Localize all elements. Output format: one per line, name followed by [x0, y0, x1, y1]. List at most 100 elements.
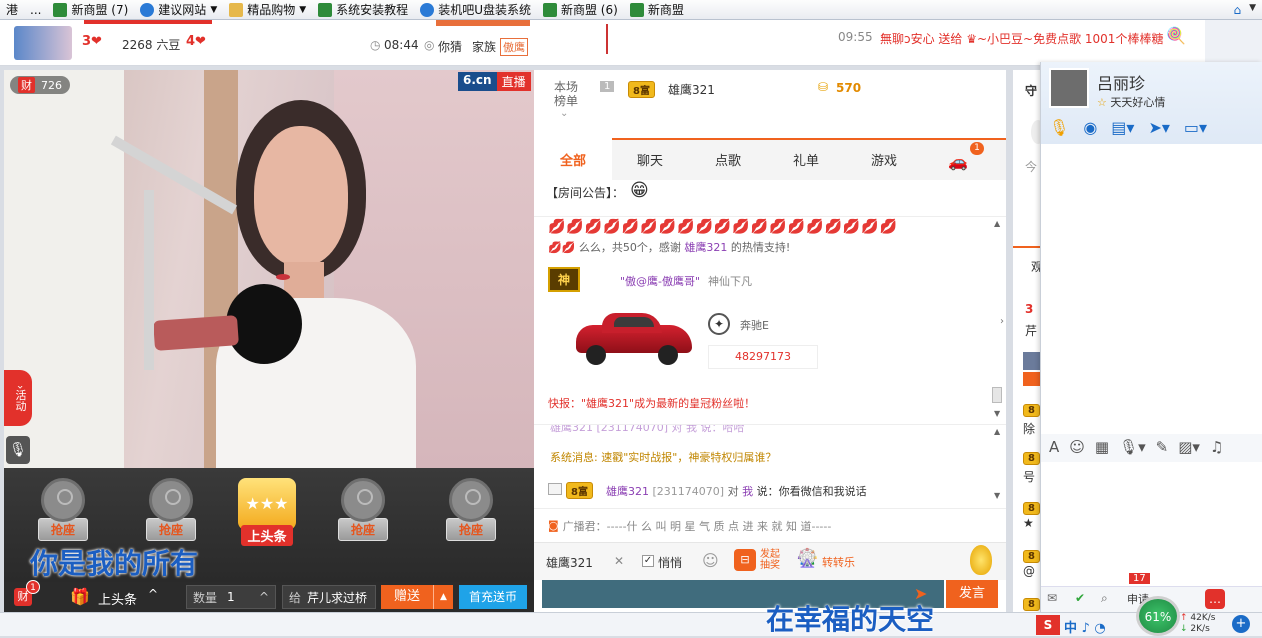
- seat-3[interactable]: 抢座: [332, 478, 394, 541]
- lollipop-icon: 🍭: [1166, 26, 1186, 45]
- mercedes-logo-icon: ✦: [708, 313, 730, 335]
- bookmark-3[interactable]: 建议网站 ▼: [134, 0, 223, 20]
- lottery-label[interactable]: 发起抽奖: [760, 549, 788, 571]
- check-icon[interactable]: ✔: [1075, 591, 1085, 605]
- golden-egg-icon[interactable]: [970, 545, 992, 575]
- activity-button[interactable]: ›活动: [4, 370, 32, 426]
- seat-4[interactable]: 抢座: [440, 478, 502, 541]
- sogou-ime-icon[interactable]: S: [1036, 615, 1060, 635]
- chat-panel: 本场榜单 ⌄ 1 8富 雄鹰321 ⛁ 570 全部 聊天 点歌 礼单 游戏 🚗…: [534, 70, 1006, 612]
- home-icon[interactable]: ⌂: [1233, 3, 1241, 17]
- tab-songs[interactable]: 点歌: [715, 150, 741, 169]
- font-icon[interactable]: A: [1049, 438, 1059, 456]
- wheel-icon[interactable]: 🎡: [796, 548, 818, 569]
- voice-icon[interactable]: 🎙▾: [1119, 438, 1146, 456]
- family-label: 家族: [472, 40, 497, 54]
- user-link[interactable]: 雄鹰321: [684, 241, 727, 254]
- user-avatar[interactable]: [14, 26, 72, 60]
- mic-icon[interactable]: 🎙: [6, 436, 30, 464]
- emoji-icon[interactable]: ☺: [702, 551, 719, 570]
- bookmark-4[interactable]: 精品购物 ▼: [223, 0, 312, 20]
- star-icon: ☆: [1097, 96, 1107, 109]
- send-options-arrow[interactable]: ▲: [433, 585, 453, 609]
- ie-icon: [420, 2, 435, 17]
- bookmark-6[interactable]: 装机吧U盘装系统: [414, 0, 537, 20]
- rank-number: 1: [600, 81, 615, 92]
- whisper-label: 悄悄: [658, 556, 683, 570]
- scroll-down-arrow[interactable]: ▼: [994, 491, 1000, 500]
- seat-avatar: [149, 478, 193, 522]
- send-gift-button[interactable]: 赠送: [381, 585, 433, 609]
- screen-share-icon[interactable]: ▭▾: [1184, 118, 1207, 137]
- rank-label[interactable]: 本场榜单: [552, 80, 580, 108]
- tab-indicator: [436, 20, 530, 26]
- live-video[interactable]: 财 726 6.cn 直播 ›活动 🎙: [4, 70, 534, 468]
- image-icon[interactable]: ▨▾: [1178, 438, 1200, 456]
- god-user[interactable]: "傲@鹰-傲鹰哥": [620, 273, 700, 289]
- contact-status: ☆ 天天好心情: [1097, 96, 1166, 109]
- headline-label[interactable]: 上头条: [98, 589, 137, 608]
- lottery-icon[interactable]: ⊟: [734, 549, 756, 571]
- chevron-down-icon[interactable]: ▼: [1249, 3, 1256, 17]
- memory-ball[interactable]: 61%: [1136, 596, 1180, 636]
- tab-games[interactable]: 游戏: [871, 150, 897, 169]
- bookmark-7[interactable]: 新商盟 (6): [537, 0, 624, 20]
- tab-chat[interactable]: 聊天: [637, 150, 663, 169]
- mail-icon[interactable]: ✉: [1047, 591, 1057, 605]
- recharge-button[interactable]: 首充送币: [459, 585, 527, 609]
- contact-name[interactable]: 吕丽珍: [1097, 70, 1145, 94]
- fortune-icon: 财: [18, 77, 35, 93]
- add-icon[interactable]: +: [1232, 615, 1250, 633]
- kiss-thanks: 💋💋 么么，共50个，感谢 雄鹰321 的热情支持!: [548, 241, 791, 254]
- fortune-pill[interactable]: 财 726: [10, 76, 70, 94]
- recipient-field[interactable]: 给 芹儿求过桥: [282, 585, 376, 609]
- mic-icon[interactable]: 🎙: [1049, 118, 1069, 137]
- scroll-up-arrow[interactable]: ▲: [994, 219, 1000, 228]
- scroll-down-arrow[interactable]: ▼: [994, 409, 1000, 418]
- ime-status[interactable]: 中 ♪ ◔: [1064, 617, 1106, 636]
- whisper-checkbox[interactable]: ✓: [642, 555, 654, 567]
- gif-icon[interactable]: ▦: [1095, 438, 1109, 456]
- bookmark-0[interactable]: 港: [0, 0, 24, 20]
- edit-icon[interactable]: ✎: [1156, 438, 1169, 456]
- remote-assist-icon[interactable]: ▤▾: [1111, 118, 1134, 137]
- tab-gifts[interactable]: 礼单: [793, 150, 819, 169]
- seat-2[interactable]: 抢座: [140, 478, 202, 541]
- user-link[interactable]: 雄鹰321: [606, 485, 649, 498]
- message-area[interactable]: [1041, 144, 1262, 434]
- clear-recipient-icon[interactable]: ✕: [614, 554, 624, 568]
- recipient-name[interactable]: 雄鹰321: [546, 554, 593, 571]
- bookmark-label: 系统安装教程: [336, 3, 409, 17]
- bookmark-2[interactable]: 新商盟 (7): [47, 0, 134, 20]
- quantity-field[interactable]: 数量 1 ^: [186, 585, 276, 609]
- viewer-name-3: 号: [1023, 470, 1036, 484]
- headline-seat[interactable]: ★★★ 上头条: [236, 478, 298, 546]
- ie-icon: [140, 2, 155, 17]
- chevron-up-icon[interactable]: ^: [148, 587, 158, 601]
- send-message-button[interactable]: 发言: [946, 580, 998, 608]
- chat-bubble-icon[interactable]: …: [1205, 589, 1225, 609]
- contact-avatar[interactable]: [1049, 68, 1089, 108]
- rank-user[interactable]: 雄鹰321: [668, 81, 715, 98]
- scrollbar-thumb[interactable]: [992, 387, 1002, 403]
- music-icon[interactable]: ♫: [1210, 438, 1223, 456]
- spin-label[interactable]: 转转乐: [822, 554, 855, 570]
- family-badge[interactable]: 傲鹰: [500, 38, 528, 56]
- scroll-up-arrow[interactable]: ▲: [994, 427, 1000, 436]
- bookmark-8[interactable]: 新商盟: [624, 0, 690, 20]
- send-file-icon[interactable]: ➤▾: [1148, 118, 1169, 137]
- qq-input[interactable]: [1041, 462, 1262, 586]
- collapse-arrow-icon[interactable]: ›: [1000, 316, 1004, 327]
- bookmark-5[interactable]: 系统安装教程: [312, 0, 414, 20]
- divider: [606, 24, 608, 54]
- video-call-icon[interactable]: ◉: [1083, 118, 1097, 137]
- tab-all[interactable]: 全部: [560, 150, 586, 169]
- search-icon[interactable]: ⌕: [1101, 591, 1108, 606]
- checkbox-icon[interactable]: [548, 483, 562, 495]
- input-toolbar-icons: A ☺ ▦ 🎙▾ ✎ ▨▾ ♫: [1049, 438, 1223, 456]
- car-icon[interactable]: 🚗: [948, 152, 968, 171]
- chevron-down-icon[interactable]: ⌄: [560, 108, 568, 119]
- emoji-icon[interactable]: ☺: [1069, 438, 1085, 456]
- seat-1[interactable]: 抢座: [32, 478, 94, 541]
- bookmark-1[interactable]: ...: [24, 0, 47, 20]
